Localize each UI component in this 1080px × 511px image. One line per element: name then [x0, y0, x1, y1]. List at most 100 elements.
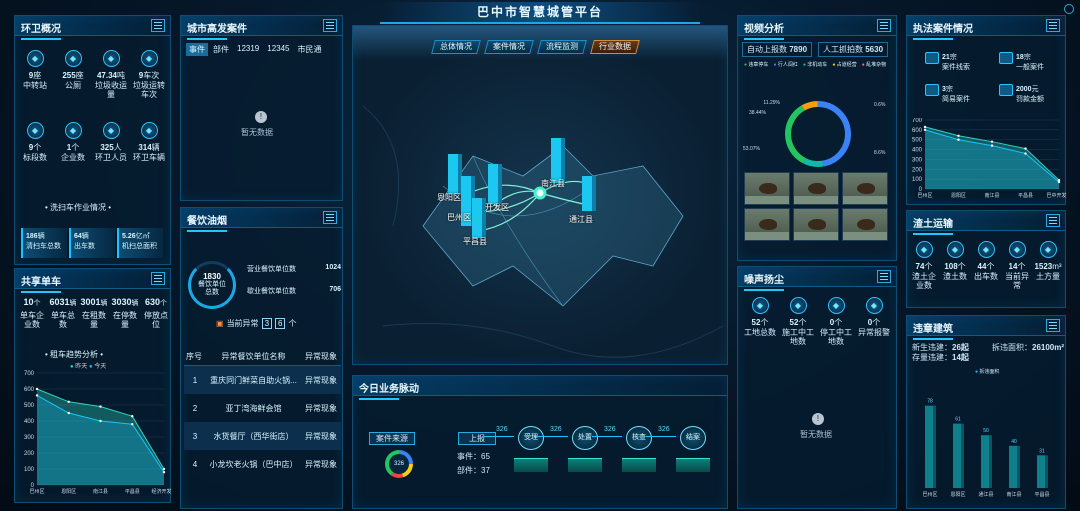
y-tick: 500 — [912, 138, 923, 144]
data-point — [99, 405, 102, 408]
tab-2[interactable]: 12319 — [234, 43, 262, 56]
bar — [953, 423, 961, 488]
slice-label: 53.07% — [743, 146, 761, 152]
flow-node[interactable]: 受理 — [518, 426, 544, 450]
bar-side — [933, 405, 936, 488]
stat-item: ◆ 0个 停工中工地数 — [818, 297, 854, 346]
bar — [981, 435, 989, 488]
stat-item: ◆ 52个 工地总数 — [742, 297, 778, 337]
enforcement-item: 3宗 简易案件 — [925, 84, 970, 104]
map-center-node — [533, 186, 547, 200]
auto-report-tab[interactable]: 自动上报数 7890 — [742, 42, 813, 57]
x-tick: 南江县 — [93, 488, 108, 495]
x-tick: 平昌县 — [1034, 492, 1049, 498]
truck-icon: ◆ — [102, 50, 120, 67]
tab-3[interactable]: 12345 — [264, 43, 292, 56]
business-panel: 今日业务脉动 案件来源 326 上报 事件：65 部件：37 326 受理 326 处… — [352, 375, 728, 509]
stat-item: 6031辆 单车总数 — [49, 297, 77, 329]
slice-label: 0.6% — [874, 102, 886, 108]
x-tick: 通江县 — [978, 491, 993, 498]
building-icon: ◆ — [915, 241, 933, 258]
pie-slice — [801, 101, 818, 111]
case-icon — [925, 84, 939, 96]
panel-title: 渣土运输 — [913, 215, 953, 235]
stat-item: ◆ 44个 出车数 — [971, 241, 1001, 281]
y-tick: 100 — [912, 177, 923, 183]
existing-illegal: 存量违建：14起 — [912, 353, 969, 362]
title-bar: 巴中市智慧城管平台 — [380, 2, 700, 24]
tab-1[interactable]: 部件 — [210, 43, 232, 56]
flow-node[interactable]: 结案 — [680, 426, 706, 450]
data-point — [131, 423, 134, 426]
menu-icon[interactable] — [877, 270, 891, 283]
legend-item: ● 乱堆杂物 — [861, 62, 887, 68]
legend: ● 拆违面积 — [975, 369, 1000, 375]
legend-item: ● 非机动车 — [802, 62, 828, 68]
illegal-panel: 违章建筑 新生违建：26起 存量违建：14起 拆违面积：26100m² ● 拆违… — [906, 315, 1066, 509]
x-tick: 恩阳区 — [950, 491, 965, 498]
flow-arrow — [484, 436, 514, 437]
y-tick: 700 — [912, 118, 923, 124]
bikes-panel: 共享单车 10个 单车企业数 6031辆 单车总数 3001辆 在租数量 3030辆 在停数量… — [14, 268, 172, 503]
parts-count: 部件：37 — [457, 466, 490, 475]
menu-icon[interactable] — [323, 211, 337, 224]
data-point — [162, 471, 166, 474]
flow-count: 326 — [496, 426, 508, 433]
menu-icon[interactable] — [151, 19, 165, 32]
events-count: 事件：65 — [457, 452, 490, 461]
power-icon[interactable] — [1064, 4, 1074, 14]
data-point — [990, 140, 994, 143]
slice-label: 11.29% — [763, 100, 780, 106]
legend-item: ● 行人闯红 — [773, 62, 798, 68]
camera-thumbnail[interactable] — [744, 172, 790, 205]
flow-node[interactable]: 核查 — [626, 426, 652, 450]
stat-icon: ◆ — [827, 297, 845, 314]
toilet-icon: ◆ — [64, 50, 82, 67]
alarm-icon: ◆ — [1008, 241, 1026, 258]
menu-icon[interactable] — [1046, 319, 1060, 332]
stat-item: ◆ 9座 中转站 — [17, 50, 53, 90]
menu-icon[interactable] — [877, 19, 891, 32]
summary-card: 5.26亿㎡ 机扫总面积 — [117, 228, 163, 258]
grid-icon: ◆ — [1039, 241, 1057, 258]
panel-title: 餐饮油烟 — [187, 212, 227, 232]
table-row[interactable]: 2 亚丁湾海鲜会馆 异常现象 — [184, 394, 341, 422]
camera-thumbnail[interactable] — [842, 208, 888, 241]
legend-item: ● 占道经营 — [832, 62, 857, 68]
source-ring: 326 — [385, 450, 413, 478]
flow-arrow — [538, 436, 568, 437]
y-tick: 700 — [24, 371, 35, 377]
panel-title: 噪声扬尘 — [744, 271, 784, 291]
flow-node[interactable]: 处置 — [572, 426, 598, 450]
pie-slice — [785, 105, 806, 164]
table-row[interactable]: 4 小龙坎老火锅（巴中店） 异常现象 — [184, 450, 341, 478]
flow-count: 326 — [550, 426, 562, 433]
camera-thumbnail[interactable] — [744, 208, 790, 241]
catering-stat: 营业餐饮单位数 1024 — [247, 264, 341, 273]
building-icon: ◆ — [64, 122, 82, 139]
menu-icon[interactable] — [323, 19, 337, 32]
flow-count: 326 — [604, 426, 616, 433]
menu-icon[interactable] — [1046, 19, 1060, 32]
source-label: 案件来源 — [369, 432, 415, 445]
menu-icon[interactable] — [1046, 214, 1060, 227]
camera-thumbnail[interactable] — [793, 208, 839, 241]
y-tick: 200 — [912, 167, 923, 173]
catering-panel: 餐饮油烟 1830 餐饮单位总数 营业餐饮单位数 1024 歇业餐饮单位数 706 ▣… — [180, 207, 343, 509]
slice-label: 38.44% — [749, 110, 767, 116]
data-point — [1024, 152, 1027, 155]
camera-thumbnail[interactable] — [793, 172, 839, 205]
enforcement-item: 21宗 案件线索 — [925, 52, 970, 72]
data-label: 78 — [927, 399, 933, 405]
tab-4[interactable]: 市民通 — [295, 43, 325, 56]
data-point — [67, 400, 70, 403]
table-row[interactable]: 1 重庆同门鲜菜自助火锅... 异常现象 — [184, 366, 341, 394]
table-row[interactable]: 3 水货餐厅（西华街店） 异常现象 — [184, 422, 341, 450]
menu-icon[interactable] — [151, 272, 165, 285]
camera-thumbnail[interactable] — [842, 172, 888, 205]
manual-capture-tab[interactable]: 人工抓拍数 5630 — [818, 42, 889, 57]
tab-0[interactable]: 事件 — [186, 43, 208, 56]
stat-item: ◆ 74个 渣土企业数 — [909, 241, 939, 290]
panel-title: 视频分析 — [744, 20, 784, 40]
data-point — [35, 387, 39, 391]
